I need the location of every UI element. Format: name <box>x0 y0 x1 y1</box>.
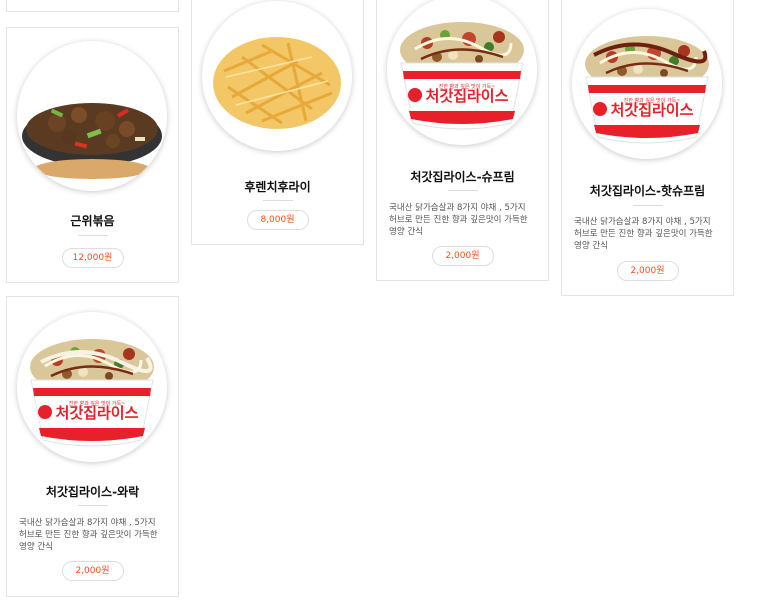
title-divider <box>77 235 108 236</box>
menu-item-description: 국내산 닭가슴살과 8가지 야채 , 5가지 허브로 만든 진한 향과 깊은맛이… <box>574 217 713 251</box>
french-fries-image <box>202 1 352 151</box>
title-divider <box>262 200 293 201</box>
menu-item-title: 근위볶음 <box>70 214 115 228</box>
bowl-slogan-text: 진한 향과 깊은 맛이 가득~ <box>69 400 126 407</box>
menu-card[interactable]: 처갓집라이스 진한 향과 깊은 맛이 가득~ 처갓집라이스-와락 국내산 닭가슴… <box>6 296 179 597</box>
menu-item-title: 후렌치후라이 <box>244 180 311 194</box>
menu-item-title: 처갓집라이스-와락 <box>45 485 140 499</box>
rice-bowl-image: 처갓집라이스 진한 향과 깊은 맛이 가득~ <box>572 9 722 159</box>
menu-card[interactable]: 근위볶음 12,000원 <box>6 27 179 283</box>
price-badge: 8,000원 <box>246 210 309 230</box>
bowl-slogan-text: 진한 향과 깊은 맛이 가득~ <box>439 83 496 90</box>
menu-item-title: 처갓집라이스-핫슈프림 <box>589 184 706 198</box>
title-divider <box>447 190 478 191</box>
title-divider <box>632 205 663 206</box>
bowl-slogan-text: 진한 향과 깊은 맛이 가득~ <box>624 97 681 104</box>
rice-bowl-image: 처갓집라이스 진한 향과 깊은 맛이 가득~ <box>387 0 537 145</box>
menu-card[interactable]: 후렌치후라이 8,000원 <box>191 0 364 245</box>
title-divider <box>77 505 108 506</box>
price-badge: 2,000원 <box>431 246 494 266</box>
menu-item-title: 처갓집라이스-슈프림 <box>410 170 515 184</box>
price-badge: 12,000원 <box>61 248 124 268</box>
price-badge: 2,000원 <box>616 261 679 281</box>
menu-card-partial <box>6 0 179 12</box>
menu-card[interactable]: 처갓집라이스 진한 향과 깊은 맛이 가득~ 처갓집라이스-핫슈프림 국내산 닭… <box>561 0 734 296</box>
stir-fried-gizzard-image <box>17 41 167 191</box>
price-badge: 2,000원 <box>61 561 124 581</box>
rice-bowl-image: 처갓집라이스 진한 향과 깊은 맛이 가득~ <box>17 312 167 462</box>
menu-item-description: 국내산 닭가슴살과 8가지 야채 , 5가지 허브로 만든 진한 향과 깊은맛이… <box>389 203 528 237</box>
menu-card[interactable]: 처갓집라이스 진한 향과 깊은 맛이 가득~ 처갓집라이스-슈프림 국내산 닭가… <box>376 0 549 281</box>
menu-item-description: 국내산 닭가슴살과 8가지 야채 , 5가지 허브로 만든 진한 향과 깊은맛이… <box>19 518 158 552</box>
